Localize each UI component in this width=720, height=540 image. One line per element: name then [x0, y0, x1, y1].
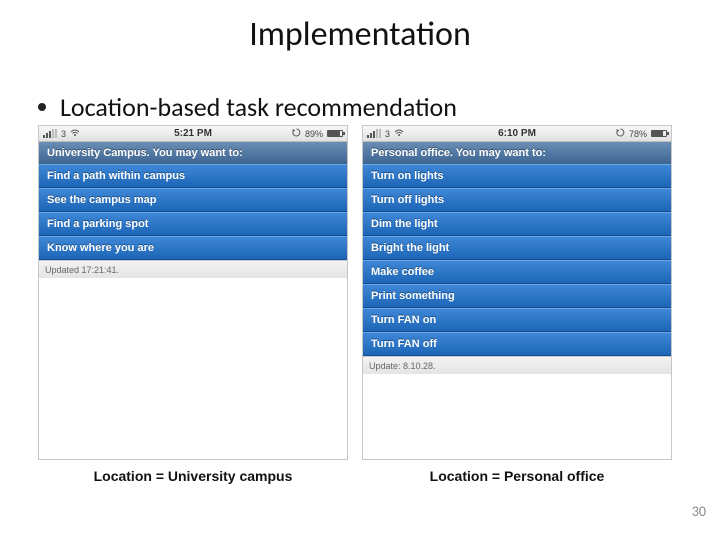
task-row[interactable]: Know where you are [39, 236, 347, 260]
page-number: 30 [692, 503, 706, 520]
task-row[interactable]: Turn FAN on [363, 308, 671, 332]
phone-screenshots: 3 5:21 PM 89% University Campus. You may… [0, 123, 720, 460]
carrier-label: 3 [385, 129, 390, 139]
status-time: 6:10 PM [498, 128, 536, 139]
signal-icon [367, 129, 381, 138]
list-footer: Update: 8.10.28. [363, 356, 671, 374]
wifi-icon [394, 129, 404, 139]
caption-left: Location = University campus [38, 468, 348, 484]
carrier-label: 3 [61, 129, 66, 139]
caption-right: Location = Personal office [362, 468, 672, 484]
task-row[interactable]: Dim the light [363, 212, 671, 236]
status-bar: 3 6:10 PM 78% [363, 126, 671, 142]
task-row[interactable]: See the campus map [39, 188, 347, 212]
bullet-row: Location-based task recommendation [0, 91, 720, 123]
battery-pct: 89% [305, 129, 323, 139]
phone-right: 3 6:10 PM 78% Personal office. You may w… [362, 125, 672, 460]
wifi-icon [70, 129, 80, 139]
task-row[interactable]: Find a path within campus [39, 164, 347, 188]
bullet-text: Location-based task recommendation [60, 91, 457, 123]
battery-icon [327, 130, 343, 137]
task-list: Turn on lights Turn off lights Dim the l… [363, 164, 671, 459]
refresh-icon [292, 128, 301, 139]
battery-icon [651, 130, 667, 137]
signal-icon [43, 129, 57, 138]
task-row[interactable]: Print something [363, 284, 671, 308]
status-time: 5:21 PM [174, 128, 212, 139]
task-row[interactable]: Make coffee [363, 260, 671, 284]
captions-row: Location = University campus Location = … [0, 468, 720, 484]
task-list: Find a path within campus See the campus… [39, 164, 347, 459]
slide: Implementation Location-based task recom… [0, 0, 720, 540]
phone-left: 3 5:21 PM 89% University Campus. You may… [38, 125, 348, 460]
refresh-icon [616, 128, 625, 139]
task-row[interactable]: Turn FAN off [363, 332, 671, 356]
task-row[interactable]: Find a parking spot [39, 212, 347, 236]
list-footer: Updated 17:21:41. [39, 260, 347, 278]
bullet-dot-icon [38, 103, 46, 111]
task-row[interactable]: Turn off lights [363, 188, 671, 212]
task-row[interactable]: Turn on lights [363, 164, 671, 188]
location-header: University Campus. You may want to: [39, 142, 347, 164]
location-header: Personal office. You may want to: [363, 142, 671, 164]
battery-pct: 78% [629, 129, 647, 139]
slide-title: Implementation [0, 0, 720, 55]
task-row[interactable]: Bright the light [363, 236, 671, 260]
status-bar: 3 5:21 PM 89% [39, 126, 347, 142]
